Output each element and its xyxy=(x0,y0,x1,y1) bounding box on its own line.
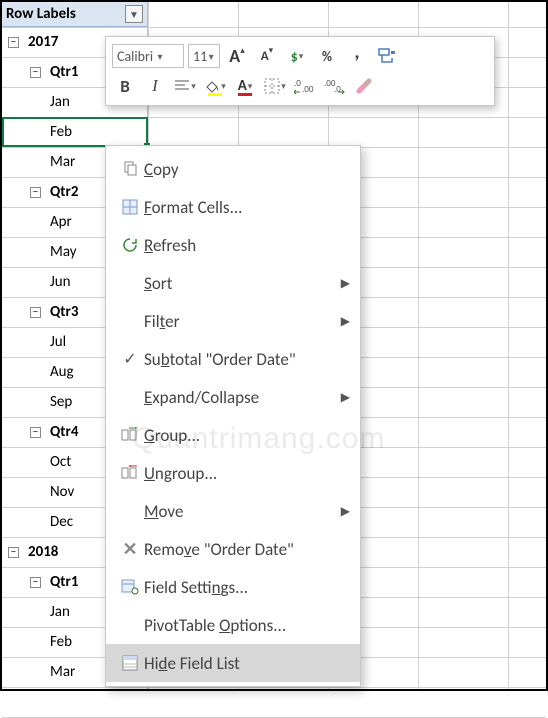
menu-label: Sort xyxy=(144,273,350,294)
menu-filter[interactable]: Filter ▶ xyxy=(106,302,360,340)
align-button[interactable]: ▾ xyxy=(172,73,198,99)
row-label: Qtr3 xyxy=(50,303,78,321)
font-family-value: Calibri xyxy=(117,48,153,65)
menu-subtotal[interactable]: ✓ Subtotal "Order Date" xyxy=(106,340,360,378)
menu-field-settings[interactable]: Field Settings... xyxy=(106,568,360,606)
menu-label: Group... xyxy=(144,425,350,446)
italic-button[interactable]: I xyxy=(142,73,168,99)
menu-label: Subtotal "Order Date" xyxy=(144,349,350,370)
mini-toolbar: Calibri▾ 11▾ A▴ A▾ $▾ % , B I ▾ ▾ A ▾ ▾ xyxy=(105,36,495,106)
menu-expand-collapse[interactable]: Expand/Collapse ▶ xyxy=(106,378,360,416)
row-label: 2017 xyxy=(28,33,58,51)
collapse-toggle[interactable]: − xyxy=(30,427,41,438)
row-labels-filter-dropdown[interactable]: ▼ xyxy=(125,5,143,23)
dropdown-arrow-icon: ▾ xyxy=(153,50,167,63)
percent-format-button[interactable]: % xyxy=(314,43,340,69)
format-cells-icon xyxy=(116,199,144,215)
ungroup-icon xyxy=(116,465,144,481)
accounting-format-button[interactable]: $▾ xyxy=(284,43,310,69)
row-label: 2018 xyxy=(28,543,58,561)
check-icon: ✓ xyxy=(116,349,144,369)
menu-sort[interactable]: Sort ▶ xyxy=(106,264,360,302)
fill-color-button[interactable]: ▾ xyxy=(202,73,228,99)
submenu-arrow-icon: ▶ xyxy=(341,276,350,291)
menu-move[interactable]: Move ▶ xyxy=(106,492,360,530)
collapse-toggle[interactable]: − xyxy=(30,577,41,588)
field-settings-icon xyxy=(116,579,144,595)
menu-refresh[interactable]: Refresh xyxy=(106,226,360,264)
row-label: Qtr1 xyxy=(50,63,78,81)
borders-button[interactable]: ▾ xyxy=(262,73,288,99)
row-label: Qtr1 xyxy=(50,573,78,591)
menu-pivottable-options[interactable]: PivotTable Options... xyxy=(106,606,360,644)
context-menu: Copy Format Cells... Refresh Sort ▶ Filt… xyxy=(105,145,361,687)
svg-text:.00: .00 xyxy=(302,84,314,94)
submenu-arrow-icon: ▶ xyxy=(341,314,350,329)
row-labels-header[interactable]: Row Labels ▼ xyxy=(2,2,147,27)
bold-button[interactable]: B xyxy=(112,73,138,99)
pivot-row[interactable]: Feb xyxy=(2,117,147,147)
font-size-combo[interactable]: 11▾ xyxy=(188,44,220,68)
menu-label: Hide Field List xyxy=(144,653,350,674)
font-size-value: 11 xyxy=(193,48,207,65)
menu-label: Field Settings... xyxy=(144,577,350,598)
comma-format-button[interactable]: , xyxy=(344,43,370,69)
group-icon xyxy=(116,427,144,443)
increase-decimal-button[interactable]: .0.00 xyxy=(292,73,318,99)
svg-text:.0: .0 xyxy=(294,78,301,89)
collapse-toggle[interactable]: − xyxy=(8,37,19,48)
menu-hide-field-list[interactable]: Hide Field List xyxy=(106,644,360,682)
row-labels-text: Row Labels xyxy=(6,5,76,23)
copy-icon xyxy=(116,161,144,177)
submenu-arrow-icon: ▶ xyxy=(341,390,350,405)
menu-group[interactable]: Group... xyxy=(106,416,360,454)
menu-label: Remove "Order Date" xyxy=(144,539,350,560)
submenu-arrow-icon: ▶ xyxy=(341,504,350,519)
remove-icon: ✕ xyxy=(116,538,144,560)
menu-label: Expand/Collapse xyxy=(144,387,350,408)
collapse-toggle[interactable]: − xyxy=(30,187,41,198)
row-label: Qtr2 xyxy=(50,183,78,201)
menu-label: Copy xyxy=(144,159,350,180)
menu-format-cells[interactable]: Format Cells... xyxy=(106,188,360,226)
collapse-toggle[interactable]: − xyxy=(8,547,19,558)
menu-ungroup[interactable]: Ungroup... xyxy=(106,454,360,492)
menu-copy[interactable]: Copy xyxy=(106,150,360,188)
decrease-font-size-button[interactable]: A▾ xyxy=(254,43,280,69)
row-label: Qtr4 xyxy=(50,423,78,441)
menu-label: Filter xyxy=(144,311,350,332)
menu-label: Move xyxy=(144,501,350,522)
menu-label: Refresh xyxy=(144,235,350,256)
font-family-combo[interactable]: Calibri▾ xyxy=(112,44,184,68)
dropdown-arrow-icon: ▾ xyxy=(207,50,215,63)
refresh-icon xyxy=(116,237,144,253)
decrease-decimal-button[interactable]: .00.0 xyxy=(322,73,348,99)
menu-label: Format Cells... xyxy=(144,197,350,218)
format-painter-button[interactable] xyxy=(374,43,400,69)
collapse-toggle[interactable]: − xyxy=(30,67,41,78)
field-list-icon xyxy=(116,655,144,671)
collapse-toggle[interactable]: − xyxy=(30,307,41,318)
font-color-button[interactable]: A ▾ xyxy=(232,73,258,99)
clear-formats-button[interactable] xyxy=(352,73,378,99)
menu-label: PivotTable Options... xyxy=(144,615,350,636)
increase-font-size-button[interactable]: A▴ xyxy=(224,43,250,69)
menu-label: Ungroup... xyxy=(144,463,350,484)
menu-remove[interactable]: ✕ Remove "Order Date" xyxy=(106,530,360,568)
